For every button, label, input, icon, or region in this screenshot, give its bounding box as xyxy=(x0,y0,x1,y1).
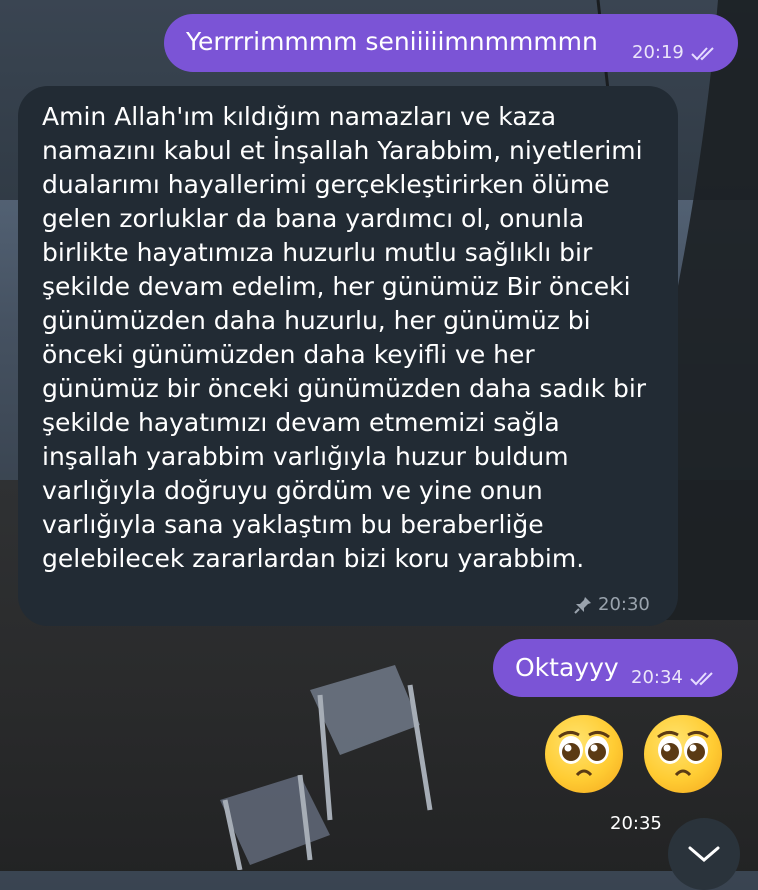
message-time: 20:34 xyxy=(631,667,683,688)
scroll-down-button[interactable] xyxy=(668,818,740,890)
message-bubble-incoming[interactable]: Amin Allah'ım kıldığım namazları ve kaza… xyxy=(18,86,678,626)
wallpaper-stools xyxy=(220,665,433,870)
message-bubble-outgoing[interactable]: Oktayyy 20:34 xyxy=(493,639,738,697)
message-meta: 20:34 xyxy=(631,667,717,688)
message-meta: 20:30 xyxy=(574,594,650,615)
message-time: 20:30 xyxy=(598,594,650,615)
message-time: 20:35 xyxy=(610,813,662,834)
pin-icon xyxy=(574,596,591,614)
message-meta: 20:19 xyxy=(632,42,718,63)
double-check-icon xyxy=(690,671,713,685)
message-bubble-outgoing[interactable]: Yerrrrimmmm seniiiiimnmmmmn 20:19 xyxy=(164,14,738,72)
pleading-face-emoji xyxy=(644,715,722,793)
message-time: 20:19 xyxy=(632,42,684,63)
double-check-icon xyxy=(691,46,714,60)
message-text: Yerrrrimmmm seniiiiimnmmmmn xyxy=(186,27,598,56)
pleading-face-emoji xyxy=(545,715,623,793)
message-text: Amin Allah'ım kıldığım namazları ve kaza… xyxy=(42,102,647,573)
message-text: Oktayyy xyxy=(515,653,619,682)
chevron-down-icon xyxy=(688,846,720,862)
